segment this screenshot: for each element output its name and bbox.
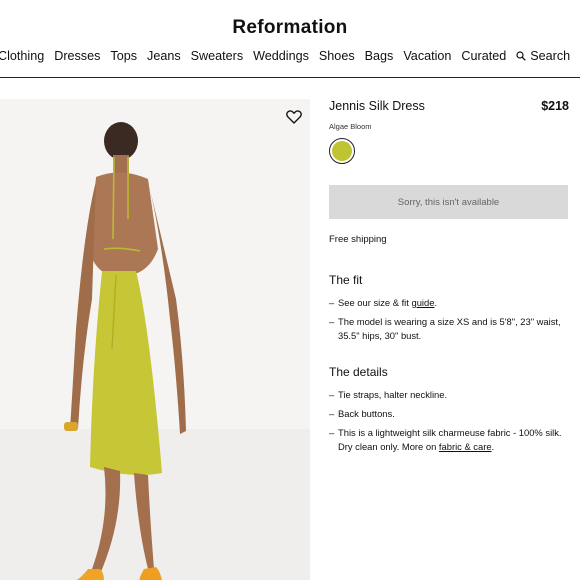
nav-item-curated[interactable]: Curated: [461, 49, 506, 63]
nav-item-jeans[interactable]: Jeans: [147, 49, 181, 63]
heart-icon: [286, 110, 302, 124]
product-title-row: Jennis Silk Dress $218: [329, 99, 569, 113]
site-logo[interactable]: Reformation: [0, 17, 580, 39]
unavailable-button[interactable]: Sorry, this isn't available: [329, 185, 568, 219]
product-details: Jennis Silk Dress $218 Algae Bloom Sorry…: [329, 99, 569, 459]
product-name: Jennis Silk Dress: [329, 99, 425, 113]
color-swatch[interactable]: [329, 138, 355, 164]
fit-heading: The fit: [329, 273, 363, 287]
shipping-info: Free shipping: [329, 234, 387, 245]
size-guide-link[interactable]: guide: [411, 297, 434, 308]
details-item: Tie straps, halter neckline.: [329, 388, 569, 402]
model-photo: [0, 99, 310, 580]
nav-item-weddings[interactable]: Weddings: [253, 49, 309, 63]
details-item-suffix: .: [491, 441, 495, 452]
fit-item: See our size & fit guide.: [329, 296, 569, 310]
fabric-care-link[interactable]: fabric & care: [439, 441, 492, 452]
details-heading: The details: [329, 365, 388, 379]
product-price: $218: [541, 99, 569, 113]
product-image[interactable]: [0, 99, 310, 580]
nav-item-bags[interactable]: Bags: [365, 49, 394, 63]
fit-list: See our size & fit guide. The model is w…: [329, 296, 569, 343]
main-nav: Clothing Dresses Tops Jeans Sweaters Wed…: [0, 49, 570, 63]
details-item: Back buttons.: [329, 407, 569, 421]
wishlist-button[interactable]: [285, 108, 303, 126]
nav-item-tops[interactable]: Tops: [110, 49, 137, 63]
nav-item-dresses[interactable]: Dresses: [54, 49, 100, 63]
site-header: Reformation Clothing Dresses Tops Jeans …: [0, 0, 580, 78]
fit-item: The model is wearing a size XS and is 5'…: [329, 315, 569, 343]
fit-item-suffix: .: [434, 297, 438, 308]
search-icon: [516, 51, 526, 61]
color-name: Algae Bloom: [329, 122, 372, 131]
search-label: Search: [530, 49, 571, 63]
color-swatch-fill: [332, 141, 352, 161]
details-item: This is a lightweight silk charmeuse fab…: [329, 426, 569, 454]
nav-search-button[interactable]: Search: [516, 49, 570, 63]
nav-item-vacation[interactable]: Vacation: [403, 49, 451, 63]
nav-item-shoes[interactable]: Shoes: [319, 49, 355, 63]
fit-item-text: See our size & fit: [338, 297, 412, 308]
details-list: Tie straps, halter neckline. Back button…: [329, 388, 569, 454]
nav-item-sweaters[interactable]: Sweaters: [191, 49, 244, 63]
nav-item-clothing[interactable]: Clothing: [0, 49, 44, 63]
